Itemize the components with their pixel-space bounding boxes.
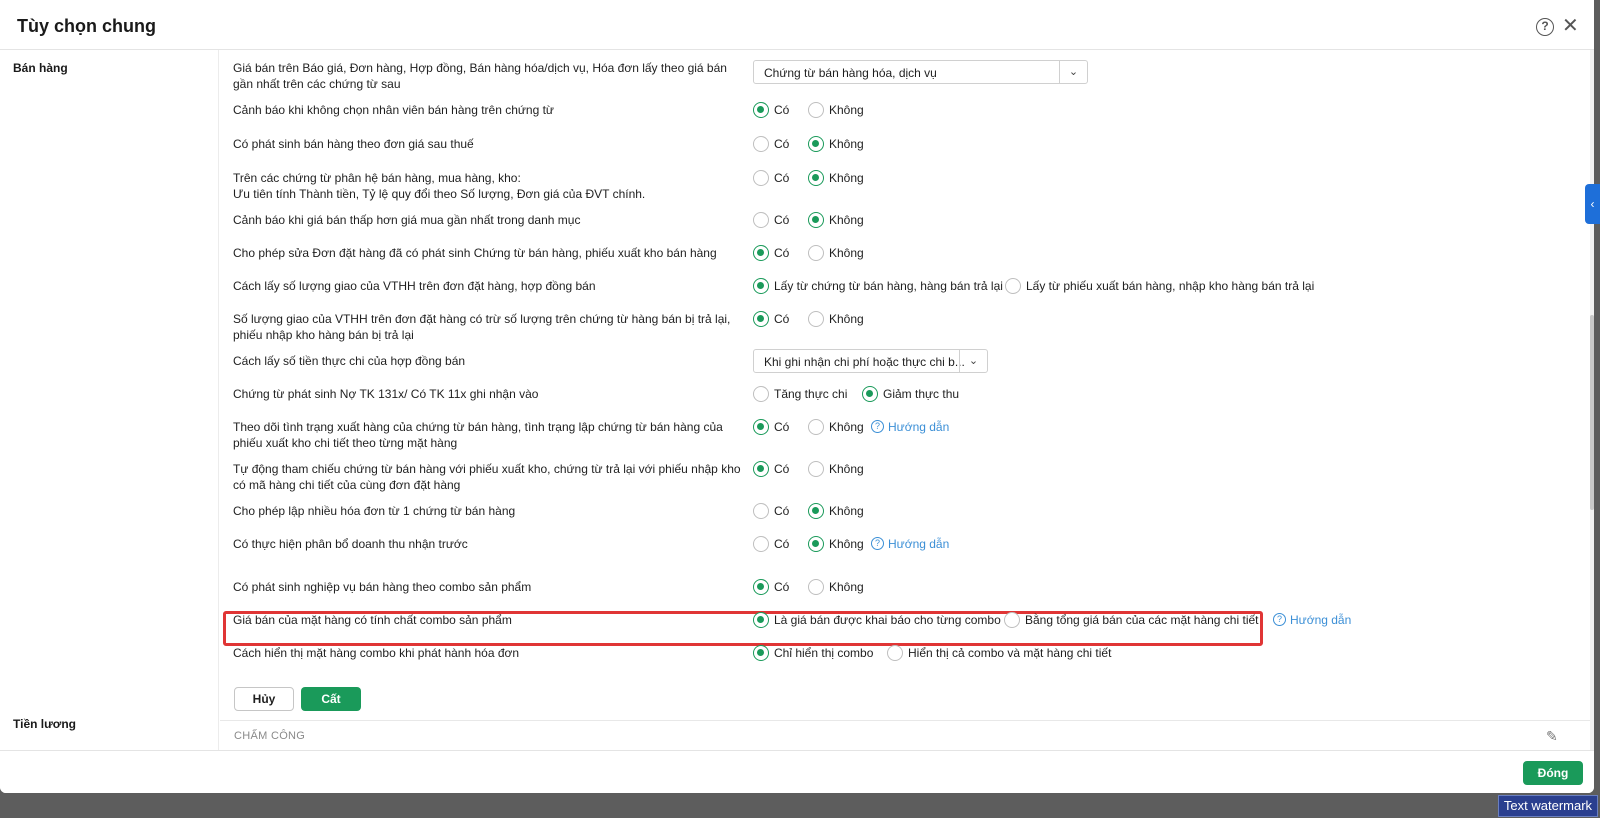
option-label: Có phát sinh bán hàng theo đơn giá sau t… bbox=[233, 137, 474, 151]
radio-yes[interactable]: Có bbox=[753, 212, 789, 228]
radio-no[interactable]: Không bbox=[808, 536, 864, 552]
option-label: Tự động tham chiếu chứng từ bán hàng với… bbox=[233, 462, 741, 492]
option-label: Cho phép sửa Đơn đặt hàng đã có phát sin… bbox=[233, 246, 717, 260]
close-button[interactable]: Đóng bbox=[1523, 761, 1583, 785]
close-icon[interactable]: ✕ bbox=[1562, 14, 1579, 38]
radio-no[interactable]: Không bbox=[808, 311, 864, 327]
option-label: Cách lấy số lượng giao của VTHH trên đơn… bbox=[233, 279, 596, 293]
save-button[interactable]: Cất bbox=[301, 687, 361, 711]
chevron-down-icon[interactable]: ⌄ bbox=[959, 350, 987, 372]
option-label-line2: Ưu tiên tính Thành tiền, Tỷ lệ quy đổi t… bbox=[233, 187, 646, 201]
guide-link[interactable]: ? Hướng dẫn bbox=[871, 419, 949, 435]
guide-link-label: Hướng dẫn bbox=[888, 420, 950, 434]
radio-yes[interactable]: Có bbox=[753, 102, 789, 118]
radio-yes[interactable]: Có bbox=[753, 579, 789, 595]
select-value: Khi ghi nhận chi phí hoặc thực chi b... bbox=[764, 355, 965, 369]
option-label: Có phát sinh nghiệp vụ bán hàng theo com… bbox=[233, 580, 532, 594]
radio-yes[interactable]: Có bbox=[753, 461, 789, 477]
radio-yes[interactable]: Có bbox=[753, 503, 789, 519]
guide-link[interactable]: ? Hướng dẫn bbox=[1273, 612, 1351, 628]
option-label: Giá bán của mặt hàng có tính chất combo … bbox=[233, 613, 512, 627]
radio-yes[interactable]: Có bbox=[753, 536, 789, 552]
section-payroll[interactable]: Tiền lương bbox=[13, 717, 76, 731]
guide-link-label: Hướng dẫn bbox=[1290, 613, 1352, 627]
dialog-footer: Đóng bbox=[0, 750, 1594, 793]
radio-combo-and-detail[interactable]: Hiển thị cả combo và mặt hàng chi tiết bbox=[887, 645, 1111, 661]
option-label: Giá bán trên Báo giá, Đơn hàng, Hợp đồng… bbox=[233, 61, 727, 91]
dialog-header: Tùy chọn chung ? ✕ bbox=[0, 0, 1594, 50]
radio-no[interactable]: Không bbox=[808, 136, 864, 152]
actual-expense-select[interactable]: Khi ghi nhận chi phí hoặc thực chi b... … bbox=[753, 349, 988, 373]
radio-no[interactable]: Không bbox=[808, 170, 864, 186]
radio-sum-detail-price[interactable]: Bằng tổng giá bán của các mặt hàng chi t… bbox=[1004, 612, 1259, 628]
radio-no[interactable]: Không bbox=[808, 461, 864, 477]
option-label: Cách lấy số tiền thực chi của hợp đồng b… bbox=[233, 354, 466, 368]
chevron-down-icon[interactable]: ⌄ bbox=[1059, 61, 1087, 83]
option-label: Cho phép lập nhiều hóa đơn từ 1 chứng từ… bbox=[233, 504, 516, 518]
radio-decrease-revenue[interactable]: Giảm thực thu bbox=[862, 386, 959, 402]
option-label: Cảnh báo khi giá bán thấp hơn giá mua gầ… bbox=[233, 213, 581, 227]
radio-yes[interactable]: Có bbox=[753, 419, 789, 435]
option-label: Có thực hiện phân bổ doanh thu nhận trướ… bbox=[233, 537, 468, 551]
radio-combo-only[interactable]: Chỉ hiển thị combo bbox=[753, 645, 873, 661]
radio-no[interactable]: Không bbox=[808, 212, 864, 228]
pencil-icon[interactable]: ✎ bbox=[1546, 728, 1558, 745]
options-scroll-area[interactable]: Bán hàng Tiền lương Giá bán trên Báo giá… bbox=[0, 50, 1594, 750]
price-source-select[interactable]: Chứng từ bán hàng hóa, dịch vụ ⌄ bbox=[753, 60, 1088, 84]
text-watermark: Text watermark bbox=[1498, 795, 1598, 817]
divider bbox=[220, 720, 1594, 721]
radio-from-sales-voucher[interactable]: Lấy từ chứng từ bán hàng, hàng bán trả l… bbox=[753, 278, 1003, 294]
general-options-dialog: Tùy chọn chung ? ✕ Bán hàng Tiền lương G… bbox=[0, 0, 1594, 793]
radio-no[interactable]: Không bbox=[808, 419, 864, 435]
radio-combo-price[interactable]: Là giá bán được khai báo cho từng combo bbox=[753, 612, 1001, 628]
cancel-button[interactable]: Hủy bbox=[234, 687, 294, 711]
radio-yes[interactable]: Có bbox=[753, 170, 789, 186]
section-nav: Bán hàng Tiền lương bbox=[0, 50, 219, 750]
radio-no[interactable]: Không bbox=[808, 503, 864, 519]
chevron-left-icon: ‹ bbox=[1590, 197, 1595, 211]
option-label: Số lượng giao của VTHH trên đơn đặt hàng… bbox=[233, 312, 731, 342]
option-label: Cách hiển thị mặt hàng combo khi phát hà… bbox=[233, 646, 520, 660]
guide-link-label: Hướng dẫn bbox=[888, 537, 950, 551]
collapse-panel-tab[interactable]: ‹ bbox=[1585, 184, 1600, 224]
help-icon[interactable]: ? bbox=[1536, 18, 1554, 36]
guide-link[interactable]: ? Hướng dẫn bbox=[871, 536, 949, 552]
scrollbar-thumb[interactable] bbox=[1590, 315, 1594, 510]
help-icon: ? bbox=[871, 420, 884, 433]
radio-no[interactable]: Không bbox=[808, 102, 864, 118]
radio-no[interactable]: Không bbox=[808, 245, 864, 261]
option-label: Chứng từ phát sinh Nợ TK 131x/ Có TK 11x… bbox=[233, 387, 539, 401]
help-icon: ? bbox=[871, 537, 884, 550]
radio-no[interactable]: Không bbox=[808, 579, 864, 595]
radio-yes[interactable]: Có bbox=[753, 245, 789, 261]
option-label: Cảnh báo khi không chọn nhân viên bán hà… bbox=[233, 103, 554, 117]
radio-from-delivery-note[interactable]: Lấy từ phiếu xuất bán hàng, nhập kho hàn… bbox=[1005, 278, 1314, 294]
option-label: Trên các chứng từ phân hệ bán hàng, mua … bbox=[233, 171, 521, 185]
dialog-title: Tùy chọn chung bbox=[17, 16, 156, 36]
radio-increase-expense[interactable]: Tăng thực chi bbox=[753, 386, 847, 402]
select-value: Chứng từ bán hàng hóa, dịch vụ bbox=[764, 66, 937, 80]
timekeeping-heading: CHẤM CÔNG bbox=[234, 730, 306, 742]
radio-yes[interactable]: Có bbox=[753, 311, 789, 327]
option-label: Theo dõi tình trạng xuất hàng của chứng … bbox=[233, 420, 723, 450]
help-icon: ? bbox=[1273, 613, 1286, 626]
radio-yes[interactable]: Có bbox=[753, 136, 789, 152]
section-sales[interactable]: Bán hàng bbox=[13, 61, 68, 75]
